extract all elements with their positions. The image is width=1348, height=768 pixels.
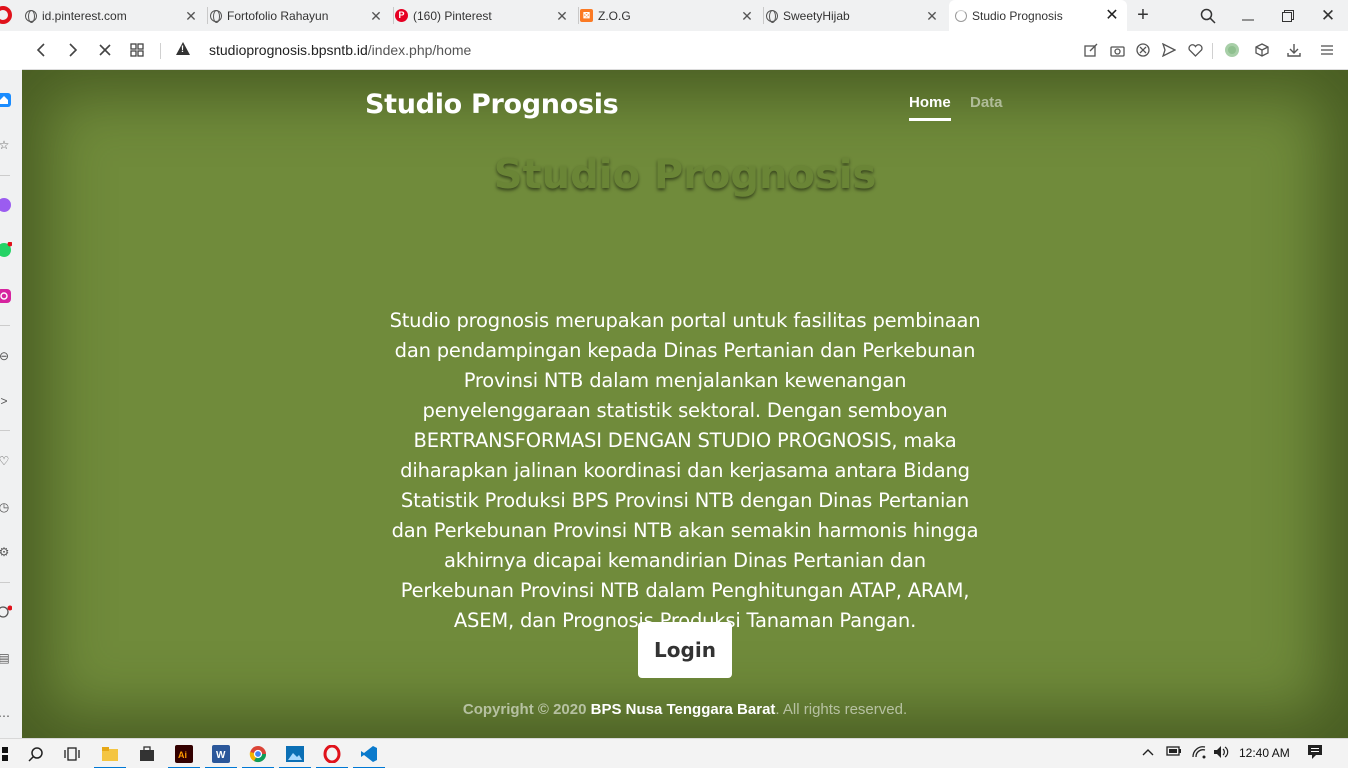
show-hidden-icons-chevron-icon[interactable] <box>1142 745 1154 760</box>
close-window-button[interactable]: ✕ <box>1308 0 1348 31</box>
back-button[interactable] <box>30 39 52 61</box>
opera-icon[interactable] <box>316 743 348 768</box>
web-page: Studio Prognosis Home Data Studio Progno… <box>22 70 1348 738</box>
task-view-icon[interactable] <box>61 743 83 765</box>
nav-home-link[interactable]: Home <box>909 94 951 121</box>
settings-gear-icon[interactable]: ⚙ <box>0 544 12 560</box>
tab-strip: id.pinterest.com ✕ Fortofolio Rahayun ✕ … <box>0 0 1348 31</box>
vscode-icon[interactable] <box>353 743 385 768</box>
vpn-icon[interactable] <box>1223 41 1241 59</box>
new-tab-button[interactable]: + <box>1123 0 1163 31</box>
word-icon[interactable]: W <box>205 743 237 768</box>
globe-icon <box>209 9 222 23</box>
tab-divider <box>207 7 208 24</box>
site-description: Studio prognosis merupakan portal untuk … <box>389 309 981 632</box>
notifications-icon[interactable] <box>1307 744 1323 763</box>
footer-org: BPS Nusa Tenggara Barat <box>590 701 776 718</box>
whatsapp-icon[interactable] <box>0 242 12 258</box>
tab-divider <box>763 7 764 24</box>
opera-logo-icon[interactable] <box>0 6 12 24</box>
site-brand[interactable]: Studio Prognosis <box>365 89 619 120</box>
toolbar-divider <box>160 43 161 59</box>
pinterest-icon: P <box>395 9 408 22</box>
not-secure-warning-icon[interactable] <box>176 42 190 55</box>
extensions-cube-icon[interactable] <box>1253 41 1271 59</box>
xampp-icon: ⊠ <box>580 9 593 22</box>
restore-button[interactable] <box>1268 0 1308 31</box>
heart-icon[interactable] <box>1186 41 1204 59</box>
adblock-icon[interactable] <box>1134 41 1152 59</box>
chrome-icon[interactable] <box>242 743 274 768</box>
store-icon[interactable] <box>136 743 158 765</box>
tab-pinterest[interactable]: P (160) Pinterest ✕ <box>395 0 577 31</box>
tab-fortofolio[interactable]: Fortofolio Rahayun ✕ <box>209 0 391 31</box>
sidebar-divider <box>0 325 10 326</box>
download-icon[interactable] <box>1285 41 1303 59</box>
share-icon[interactable] <box>1082 41 1100 59</box>
url-domain: studioprognosis.bpsntb.id <box>209 42 368 58</box>
home-icon[interactable] <box>0 92 12 108</box>
easy-setup-menu-icon[interactable] <box>1318 41 1336 59</box>
globe-icon <box>765 9 778 23</box>
toolbar-divider <box>1212 43 1213 59</box>
taskbar-clock[interactable]: 12:40 AM <box>1239 746 1290 760</box>
login-button[interactable]: Login <box>638 622 732 678</box>
camera-icon[interactable] <box>1108 41 1126 59</box>
tab-overview-icon[interactable] <box>126 39 148 61</box>
tab-zog[interactable]: ⊠ Z.O.G ✕ <box>580 0 762 31</box>
send-icon[interactable] <box>1160 41 1178 59</box>
sidebar-divider <box>0 175 10 176</box>
close-tab-icon[interactable]: ✕ <box>369 9 383 23</box>
url-field[interactable]: studioprognosis.bpsntb.id/index.php/home <box>209 42 471 58</box>
sidebar-divider <box>0 582 10 583</box>
battery-icon[interactable] <box>1166 745 1182 760</box>
more-dots-icon[interactable]: ⋯ <box>0 708 12 724</box>
sidebar-divider <box>0 430 10 431</box>
close-tab-icon[interactable]: ✕ <box>1105 7 1119 23</box>
file-explorer-icon[interactable] <box>94 743 126 768</box>
svg-text:W: W <box>216 750 226 761</box>
illustrator-icon[interactable]: Ai <box>168 743 200 768</box>
close-tab-icon[interactable]: ✕ <box>555 9 569 23</box>
footer-copyright: Copyright © 2020 <box>462 701 587 718</box>
minimize-button[interactable] <box>1228 0 1268 31</box>
browser-sidebar: ☆ ⊖ > ♡ ◷ ⚙ ▤ ⋯ <box>0 70 22 738</box>
address-bar: studioprognosis.bpsntb.id/index.php/home <box>22 31 1348 70</box>
search-icon[interactable] <box>25 743 47 765</box>
messenger-icon[interactable] <box>0 197 12 213</box>
player-icon[interactable]: ⊖ <box>0 348 12 364</box>
start-icon[interactable] <box>0 743 12 765</box>
svg-text:Ai: Ai <box>178 750 187 760</box>
footer-rights: . All rights reserved. <box>775 701 908 718</box>
windows-taskbar: Ai W 12:40 AM <box>0 738 1348 768</box>
globe-icon <box>24 9 37 23</box>
wifi-icon[interactable] <box>1191 745 1207 762</box>
page-footer: Copyright © 2020 BPS Nusa Tenggara Barat… <box>22 701 1348 718</box>
chat-icon[interactable]: ▤ <box>0 650 12 666</box>
nav-data-link[interactable]: Data <box>970 94 1003 111</box>
hero-title: Studio Prognosis <box>493 152 877 198</box>
close-tab-icon[interactable]: ✕ <box>740 9 754 23</box>
tab-divider <box>393 7 394 24</box>
forward-button[interactable] <box>62 39 84 61</box>
tab-divider <box>578 7 579 24</box>
heart-icon[interactable]: ♡ <box>0 453 12 469</box>
tab-sweetyhijab[interactable]: SweetyHijab ✕ <box>765 0 947 31</box>
history-icon[interactable]: ◷ <box>0 499 12 515</box>
instagram-icon[interactable] <box>0 288 12 304</box>
close-tab-icon[interactable]: ✕ <box>925 9 939 23</box>
photos-icon[interactable] <box>279 743 311 768</box>
url-path: /index.php/home <box>367 42 472 58</box>
stop-loading-button[interactable] <box>94 39 116 61</box>
close-tab-icon[interactable]: ✕ <box>184 9 198 23</box>
loading-icon <box>954 9 967 22</box>
tab-studio-prognosis[interactable]: Studio Prognosis ✕ <box>949 0 1127 31</box>
tab-pinterest-id[interactable]: id.pinterest.com ✕ <box>24 0 206 31</box>
volume-icon[interactable] <box>1213 745 1229 762</box>
star-icon[interactable]: ☆ <box>0 137 12 153</box>
flow-icon[interactable]: > <box>0 393 12 409</box>
bulb-icon[interactable] <box>0 605 12 621</box>
search-tabs-icon[interactable] <box>1188 0 1228 31</box>
